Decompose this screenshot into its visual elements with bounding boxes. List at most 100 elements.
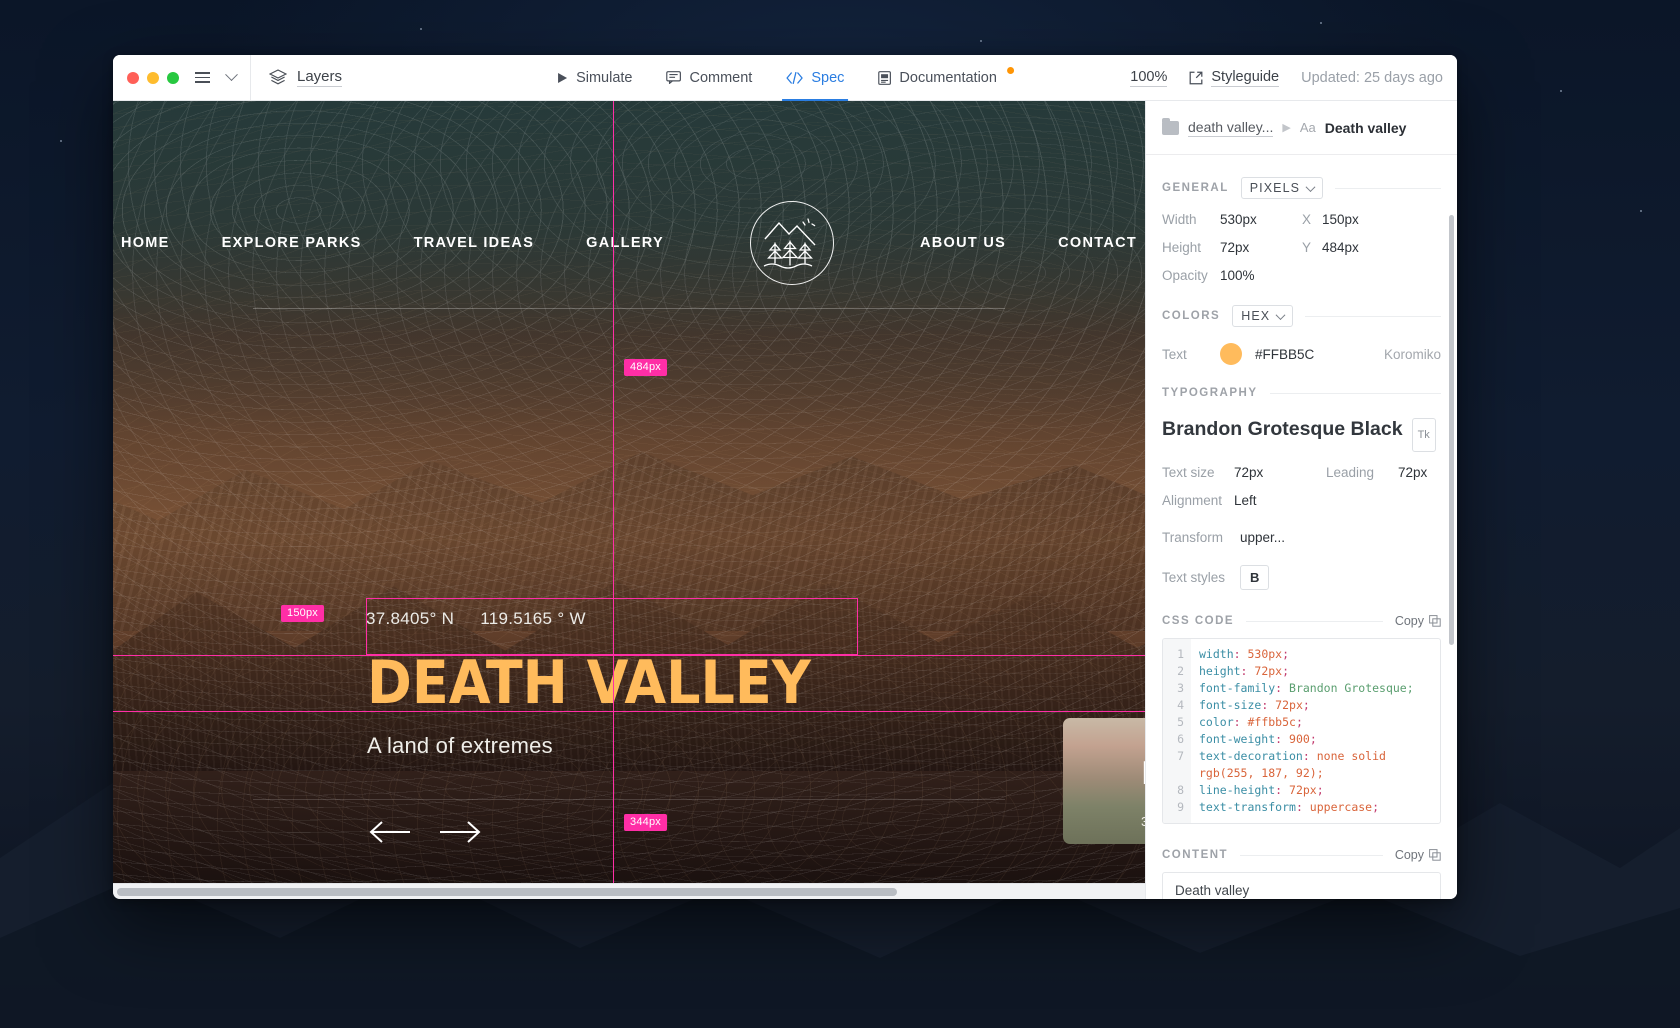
- tab-documentation[interactable]: Documentation: [878, 55, 1014, 101]
- mode-tabs: Simulate Comment Spec Documentation: [556, 55, 1014, 101]
- tab-spec-label: Spec: [811, 69, 845, 86]
- leading-value: 72px: [1398, 465, 1428, 480]
- guide-badge-left: 150px: [281, 605, 324, 622]
- tab-comment[interactable]: Comment: [666, 55, 752, 101]
- design-canvas[interactable]: HOME EXPLORE PARKS TRAVEL IDEAS GALLERY: [113, 101, 1145, 899]
- window-body: HOME EXPLORE PARKS TRAVEL IDEAS GALLERY: [113, 101, 1457, 899]
- x-label: X: [1302, 212, 1312, 227]
- nav-item-travel-ideas[interactable]: TRAVEL IDEAS: [414, 235, 535, 251]
- line-number: 2: [1177, 664, 1184, 678]
- width-value: 530px: [1220, 212, 1257, 227]
- line-number: 9: [1177, 800, 1184, 814]
- tab-simulate[interactable]: Simulate: [556, 55, 632, 101]
- font-source-chip[interactable]: Tk: [1411, 418, 1436, 452]
- alignment-label: Alignment: [1162, 493, 1223, 508]
- spec-panel-scrollbar[interactable]: [1449, 215, 1454, 645]
- artboard: HOME EXPLORE PARKS TRAVEL IDEAS GALLERY: [113, 101, 1145, 883]
- row-transform: Transform upper...: [1162, 530, 1441, 545]
- hero-title[interactable]: DEATH VALLEY: [367, 653, 811, 713]
- css-line: font-weight: 900;: [1199, 732, 1317, 746]
- nav-item-explore-parks[interactable]: EXPLORE PARKS: [222, 235, 362, 251]
- canvas-scroll-thumb[interactable]: [117, 888, 897, 896]
- arrow-left-icon[interactable]: [369, 819, 411, 845]
- y-label: Y: [1302, 240, 1312, 255]
- guide-badge-top: 484px: [624, 359, 667, 376]
- height-value: 72px: [1220, 240, 1250, 255]
- color-format-select[interactable]: HEX: [1232, 305, 1294, 327]
- menu-icon[interactable]: [195, 72, 210, 83]
- line-number: 7: [1177, 749, 1184, 763]
- section-divider: [1335, 187, 1441, 189]
- content-value-box[interactable]: Death valley: [1162, 872, 1441, 899]
- css-line: width: 530px;: [1199, 647, 1290, 661]
- nav-divider-bottom: [253, 799, 1005, 800]
- folder-icon: [1162, 117, 1179, 135]
- close-window-button[interactable]: [127, 71, 139, 84]
- site-logo[interactable]: [750, 201, 835, 285]
- leading-label: Leading: [1326, 465, 1375, 480]
- font-family-block: Brandon Grotesque Black Tk: [1162, 415, 1441, 452]
- css-line: color: #ffbb5c;: [1199, 715, 1303, 729]
- documentation-badge-dot: [1006, 66, 1014, 74]
- nav-right-group: ABOUT US CONTACT: [920, 235, 1137, 251]
- chevron-right-icon: ▶: [1282, 122, 1291, 134]
- minimize-window-button[interactable]: [147, 71, 159, 84]
- width-label: Width: [1162, 212, 1197, 227]
- nav-item-contact[interactable]: CONTACT: [1058, 235, 1137, 251]
- arrow-right-icon[interactable]: [439, 819, 481, 845]
- canvas-horizontal-scrollbar[interactable]: [113, 883, 1145, 899]
- css-code-section-title: CSS CODE: [1162, 615, 1235, 627]
- color-swatch[interactable]: [1220, 343, 1242, 365]
- css-code-block[interactable]: 1 2 3 4 5 6 7 8 9 width: 530px; height: …: [1162, 638, 1441, 824]
- mohave-card[interactable]: MOHAVE 37.3022° N 113.0240 ° W: [1063, 718, 1145, 844]
- forest-mountain-badge-icon: [763, 218, 816, 269]
- copy-css-label: Copy: [1394, 614, 1424, 628]
- hero-latitude: 37.8405° N: [366, 609, 455, 628]
- layers-label: Layers: [297, 68, 343, 88]
- bold-style-chip[interactable]: B: [1240, 565, 1270, 590]
- line-number: 5: [1177, 715, 1184, 729]
- guide-horizontal-bottom: [113, 711, 1145, 712]
- code-icon: [786, 71, 803, 84]
- copy-icon: [1429, 615, 1441, 627]
- typography-section-title: TYPOGRAPHY: [1162, 387, 1258, 399]
- tab-spec[interactable]: Spec: [782, 55, 849, 101]
- site-navigation: HOME EXPLORE PARKS TRAVEL IDEAS GALLERY: [113, 201, 1145, 285]
- row-alignment: Alignment Left: [1162, 493, 1441, 508]
- css-line-numbers: 1 2 3 4 5 6 7 8 9: [1163, 639, 1191, 823]
- text-styles-label: Text styles: [1162, 570, 1226, 585]
- titlebar-right-group: 100% Styleguide Updated: 25 days ago: [1130, 55, 1443, 101]
- document-icon: [878, 70, 892, 85]
- hero-subtitle: A land of extremes: [367, 733, 553, 758]
- zoom-level[interactable]: 100%: [1130, 68, 1168, 88]
- breadcrumb-layer-name: Death valley: [1324, 119, 1407, 136]
- layers-button[interactable]: Layers: [251, 68, 343, 88]
- css-code-section-header: CSS CODE Copy: [1162, 614, 1441, 628]
- color-label: Text: [1162, 346, 1187, 362]
- section-divider: [1246, 620, 1383, 622]
- text-size-value: 72px: [1234, 465, 1264, 480]
- line-number: 1: [1177, 647, 1184, 661]
- copy-css-button[interactable]: Copy: [1395, 614, 1441, 628]
- color-hex-value[interactable]: #FFBB5C: [1255, 347, 1314, 362]
- css-code-lines: width: 530px; height: 72px; font-family:…: [1191, 639, 1440, 823]
- guide-vertical-left: [613, 101, 614, 883]
- y-value: 484px: [1322, 240, 1359, 255]
- opacity-label: Opacity: [1162, 268, 1208, 283]
- spec-panel-scroll-area: GENERAL PIXELS Width 530px X 150px Heigh…: [1146, 155, 1457, 899]
- line-number: 8: [1177, 783, 1184, 797]
- unit-select[interactable]: PIXELS: [1240, 177, 1324, 199]
- nav-item-home[interactable]: HOME: [121, 235, 170, 251]
- breadcrumb-folder[interactable]: death valley...: [1188, 118, 1274, 138]
- colors-section-header: COLORS HEX: [1162, 305, 1441, 327]
- breadcrumb: death valley... ▶ Aa Death valley: [1146, 101, 1457, 155]
- nav-item-about-us[interactable]: ABOUT US: [920, 235, 1006, 251]
- maximize-window-button[interactable]: [167, 71, 179, 84]
- css-line: text-transform: uppercase;: [1199, 800, 1380, 814]
- x-value: 150px: [1322, 212, 1359, 227]
- copy-content-button[interactable]: Copy: [1395, 848, 1441, 862]
- comment-icon: [666, 71, 682, 84]
- styleguide-button[interactable]: Styleguide: [1189, 68, 1280, 88]
- chevron-down-icon[interactable]: [225, 68, 238, 82]
- nav-item-gallery[interactable]: GALLERY: [586, 235, 664, 251]
